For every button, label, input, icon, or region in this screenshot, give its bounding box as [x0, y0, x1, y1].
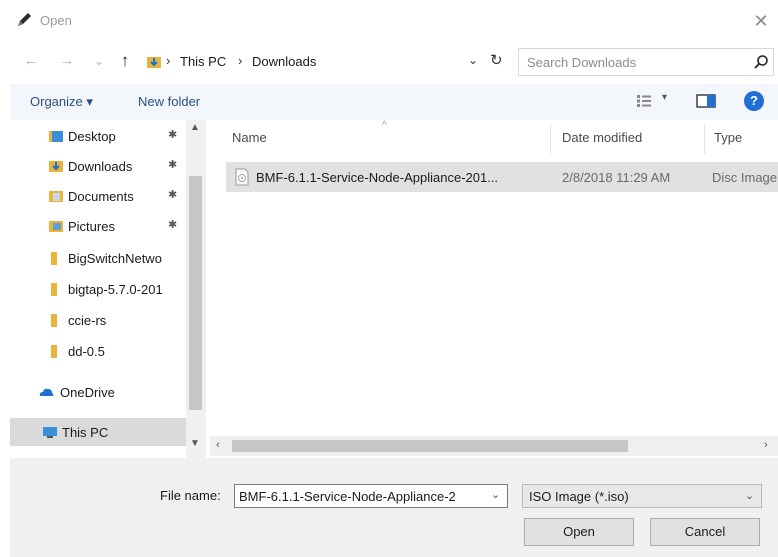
- pin-icon[interactable]: ✱: [168, 158, 177, 171]
- sidebar-item-this-pc[interactable]: This PC: [10, 418, 186, 446]
- scrollbar-thumb[interactable]: [232, 440, 628, 452]
- folder-icon: [51, 252, 57, 265]
- file-type-value: ISO Image (*.iso): [529, 489, 629, 504]
- sidebar-item-label: Desktop: [68, 129, 116, 144]
- file-list: ^ Name Date modified Type BMF-6.1.1-Serv…: [210, 120, 778, 458]
- onedrive-icon: [39, 388, 54, 396]
- sidebar-item-dd[interactable]: dd-0.5: [10, 337, 186, 365]
- sidebar-item-label: dd-0.5: [68, 344, 105, 359]
- file-name-dropdown-button[interactable]: ⌄: [491, 488, 500, 501]
- title-bar: Open ✕: [0, 0, 778, 42]
- scroll-up-button[interactable]: ▲: [190, 122, 200, 133]
- sidebar-scrollbar[interactable]: ▲ ▼: [186, 120, 206, 458]
- desktop-folder-icon: [49, 131, 63, 142]
- chevron-down-icon[interactable]: ⌄: [745, 489, 754, 502]
- sidebar-item-label: Downloads: [68, 159, 133, 174]
- file-name-field[interactable]: BMF-6.1.1-Service-Node-Appliance-2 ⌄: [234, 484, 508, 508]
- file-name: BMF-6.1.1-Service-Node-Appliance-201...: [256, 170, 499, 185]
- sidebar-item-label: BigSwitchNetwo: [68, 251, 162, 266]
- search-icon[interactable]: [753, 54, 769, 70]
- folder-icon: [51, 345, 57, 358]
- scroll-right-button[interactable]: ›: [764, 439, 768, 451]
- column-header-name[interactable]: Name: [232, 130, 267, 145]
- sidebar-item-ccie-rs[interactable]: ccie-rs: [10, 306, 186, 334]
- scroll-down-button[interactable]: ▼: [190, 438, 200, 449]
- open-button[interactable]: Open: [524, 518, 634, 546]
- sidebar-item-onedrive[interactable]: OneDrive: [10, 378, 186, 406]
- up-button[interactable]: ↑: [114, 50, 136, 72]
- documents-folder-icon: [49, 191, 63, 202]
- search-box[interactable]: Search Downloads: [518, 48, 774, 76]
- sort-indicator-icon: ^: [382, 120, 387, 131]
- navigation-pane: Desktop ✱ Downloads ✱ Documents ✱ Pictur…: [10, 120, 206, 458]
- pictures-folder-icon: [49, 221, 63, 232]
- sidebar-item-label: OneDrive: [60, 385, 115, 400]
- column-header-date-modified[interactable]: Date modified: [562, 130, 642, 145]
- sidebar-item-label: Documents: [68, 189, 134, 204]
- sidebar-item-bigswitchnetworks[interactable]: BigSwitchNetwo: [10, 244, 186, 272]
- new-folder-button[interactable]: New folder: [138, 94, 200, 109]
- file-type: Disc Image: [712, 170, 778, 185]
- organize-button[interactable]: Organize ▾: [30, 94, 93, 110]
- address-dropdown-button[interactable]: ⌄: [468, 53, 478, 67]
- file-type-select[interactable]: ISO Image (*.iso) ⌄: [522, 484, 762, 508]
- recent-locations-button[interactable]: ⌄: [88, 50, 110, 72]
- horizontal-scrollbar[interactable]: ‹ ›: [210, 436, 778, 456]
- breadcrumb-separator: ›: [166, 53, 171, 68]
- column-divider[interactable]: [704, 124, 705, 154]
- scroll-left-button[interactable]: ‹: [216, 439, 220, 451]
- pencil-icon: [18, 13, 31, 26]
- pin-icon[interactable]: ✱: [168, 128, 177, 141]
- sidebar-item-pictures[interactable]: Pictures ✱: [10, 212, 186, 240]
- sidebar-item-documents[interactable]: Documents ✱: [10, 182, 186, 210]
- column-divider[interactable]: [550, 124, 551, 154]
- sidebar-item-label: Pictures: [68, 219, 115, 234]
- file-date-modified: 2/8/2018 11:29 AM: [562, 170, 671, 185]
- forward-button[interactable]: →: [56, 50, 78, 72]
- view-dropdown-button[interactable]: ▾: [662, 92, 667, 103]
- command-bar: Organize ▾ New folder ▾ ?: [10, 84, 778, 120]
- breadcrumb-this-pc[interactable]: This PC: [180, 54, 226, 69]
- folder-icon: [51, 283, 57, 296]
- folder-icon: [51, 314, 57, 327]
- address-bar[interactable]: › This PC › Downloads ⌄ ↻: [140, 49, 512, 75]
- dialog-footer: File name: BMF-6.1.1-Service-Node-Applia…: [10, 458, 778, 557]
- table-row[interactable]: BMF-6.1.1-Service-Node-Appliance-201... …: [226, 162, 778, 192]
- pin-icon[interactable]: ✱: [168, 218, 177, 231]
- sidebar-item-label: This PC: [62, 425, 109, 440]
- cancel-button[interactable]: Cancel: [650, 518, 760, 546]
- window-title: Open: [40, 13, 72, 28]
- file-name-label: File name:: [160, 488, 221, 503]
- sidebar-item-label: ccie-rs: [68, 313, 107, 328]
- help-icon[interactable]: ?: [744, 91, 764, 111]
- search-input[interactable]: Search Downloads: [527, 55, 636, 70]
- refresh-button[interactable]: ↻: [490, 51, 503, 69]
- view-options-icon[interactable]: [636, 94, 652, 108]
- pin-icon[interactable]: ✱: [168, 188, 177, 201]
- downloads-folder-icon: [147, 57, 161, 68]
- sidebar-item-downloads[interactable]: Downloads ✱: [10, 152, 186, 180]
- back-button[interactable]: ←: [20, 50, 42, 72]
- preview-pane-icon[interactable]: [696, 94, 716, 108]
- column-header-type[interactable]: Type: [714, 130, 742, 145]
- file-name-value[interactable]: BMF-6.1.1-Service-Node-Appliance-2: [239, 489, 483, 504]
- this-pc-icon: [43, 427, 57, 438]
- breadcrumb-downloads[interactable]: Downloads: [252, 54, 316, 69]
- sidebar-item-label: bigtap-5.7.0-201: [68, 282, 163, 297]
- breadcrumb-separator: ›: [238, 53, 243, 68]
- scrollbar-thumb[interactable]: [189, 176, 202, 410]
- close-button[interactable]: ✕: [748, 8, 774, 34]
- sidebar-item-bigtap[interactable]: bigtap-5.7.0-201: [10, 275, 186, 303]
- disc-image-file-icon: [235, 168, 249, 186]
- sidebar-item-desktop[interactable]: Desktop ✱: [10, 122, 186, 150]
- downloads-folder-icon: [49, 161, 63, 172]
